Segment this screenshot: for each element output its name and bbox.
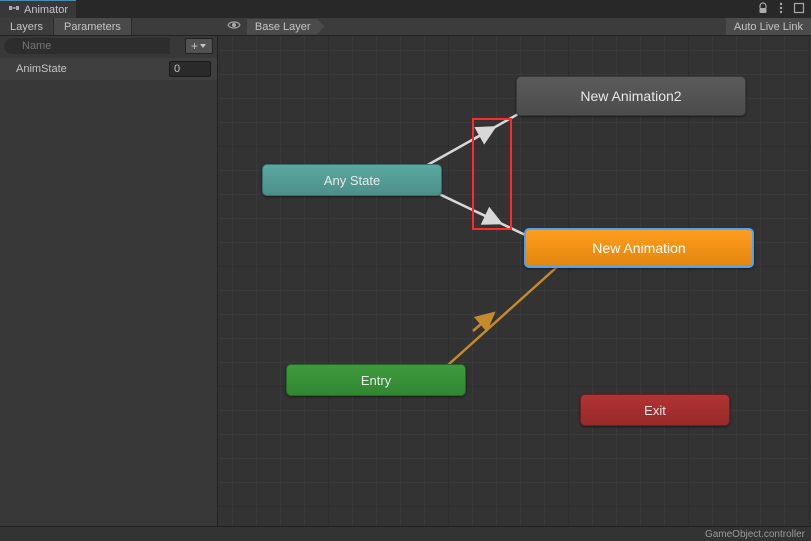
eye-icon[interactable] <box>227 18 241 35</box>
tab-layers[interactable]: Layers <box>0 18 54 35</box>
node-new-animation2[interactable]: New Animation2 <box>516 76 746 116</box>
lock-icon[interactable] <box>757 2 769 17</box>
parameter-value-field[interactable]: 0 <box>169 61 211 77</box>
breadcrumb[interactable]: Base Layer <box>247 19 325 35</box>
animator-graph[interactable]: Any State New Animation2 New Animation E… <box>218 36 811 526</box>
add-parameter-button[interactable]: + <box>185 38 213 54</box>
status-bar: GameObject.controller <box>0 526 811 541</box>
node-new-animation[interactable]: New Animation <box>524 228 754 268</box>
kebab-icon[interactable] <box>775 2 787 17</box>
parameter-name: AnimState <box>6 63 169 75</box>
auto-live-link-button[interactable]: Auto Live Link <box>726 18 811 35</box>
animator-tab[interactable]: Animator <box>0 0 76 18</box>
highlight-box <box>472 118 512 230</box>
node-exit[interactable]: Exit <box>580 394 730 426</box>
parameter-search-input[interactable] <box>4 38 170 54</box>
node-entry[interactable]: Entry <box>286 364 466 396</box>
asset-path: GameObject.controller <box>705 529 805 540</box>
node-any-state[interactable]: Any State <box>262 164 442 196</box>
animator-icon <box>8 2 20 17</box>
tab-parameters[interactable]: Parameters <box>54 18 132 35</box>
parameter-row[interactable]: AnimState 0 <box>0 58 217 80</box>
parameters-panel: + AnimState 0 <box>0 36 218 526</box>
tab-title: Animator <box>24 4 68 16</box>
maximize-icon[interactable] <box>793 2 805 17</box>
